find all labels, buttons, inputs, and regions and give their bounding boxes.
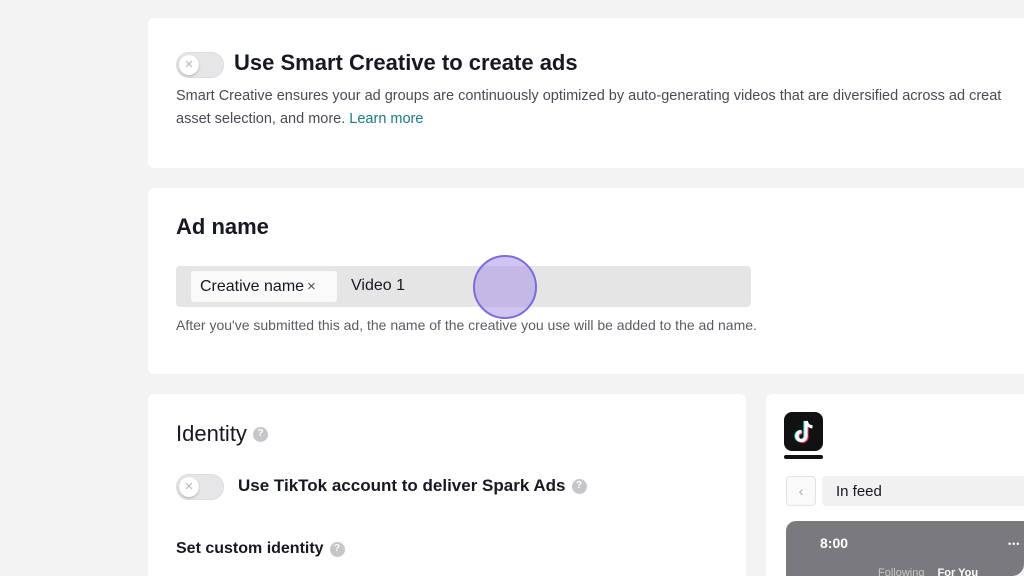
identity-title: Identity ? <box>176 421 268 447</box>
smart-creative-card: ✕ Use Smart Creative to create ads Smart… <box>148 18 1024 168</box>
close-icon: ✕ <box>184 480 194 493</box>
phone-feed-tabs: Following For You <box>878 567 978 576</box>
custom-identity-text: Set custom identity <box>176 540 324 557</box>
chip-remove-icon[interactable]: × <box>307 278 316 295</box>
app-frame: ✕ Use Smart Creative to create ads Smart… <box>0 0 1024 576</box>
placement-select[interactable]: In feed <box>822 476 1024 506</box>
close-icon: ✕ <box>184 58 194 71</box>
description-line-2: asset selection, and more. <box>176 111 346 127</box>
chevron-left-icon: ‹ <box>798 483 804 499</box>
phone-preview: 8:00 ••• Following For You <box>786 521 1024 576</box>
smart-creative-description: Smart Creative ensures your ad groups ar… <box>176 85 1024 131</box>
ad-preview-card: ‹ In feed 8:00 ••• Following For You <box>766 394 1024 576</box>
creative-name-chip: Creative name × <box>191 271 337 302</box>
signal-icon: ••• <box>1008 539 1021 549</box>
smart-creative-toggle[interactable]: ✕ <box>176 52 224 78</box>
phone-tab-following: Following <box>878 567 925 576</box>
toggle-knob: ✕ <box>179 477 199 497</box>
identity-card: Identity ? ✕ Use TikTok account to deliv… <box>148 394 746 576</box>
ad-name-value[interactable]: Video 1 <box>351 277 405 295</box>
identity-title-text: Identity <box>176 421 247 446</box>
previous-placement-button[interactable]: ‹ <box>786 476 816 506</box>
help-icon[interactable]: ? <box>571 478 587 494</box>
smart-creative-title: Use Smart Creative to create ads <box>234 50 578 75</box>
tiktok-logo-icon[interactable] <box>784 412 823 451</box>
ad-name-title: Ad name <box>176 214 269 239</box>
ad-name-input[interactable]: Creative name × Video 1 <box>176 266 751 307</box>
ad-name-hint: After you've submitted this ad, the name… <box>176 317 757 333</box>
spark-ads-label: Use TikTok account to deliver Spark Ads … <box>238 476 587 496</box>
logo-tab-indicator <box>784 455 823 459</box>
custom-identity-label: Set custom identity ? <box>176 540 345 558</box>
spark-ads-label-text: Use TikTok account to deliver Spark Ads <box>238 476 566 495</box>
toggle-knob: ✕ <box>179 55 199 75</box>
ad-name-card: Ad name Creative name × Video 1 After yo… <box>148 188 1024 374</box>
help-icon[interactable]: ? <box>252 426 268 442</box>
phone-tab-for-you: For You <box>937 567 979 576</box>
chip-label: Creative name <box>200 277 305 295</box>
cursor-indicator <box>473 255 537 319</box>
spark-ads-toggle[interactable]: ✕ <box>176 474 224 500</box>
help-icon[interactable]: ? <box>329 541 345 557</box>
description-line-1: Smart Creative ensures your ad groups ar… <box>176 88 1002 104</box>
learn-more-link[interactable]: Learn more <box>349 111 423 127</box>
phone-time: 8:00 <box>820 535 849 551</box>
